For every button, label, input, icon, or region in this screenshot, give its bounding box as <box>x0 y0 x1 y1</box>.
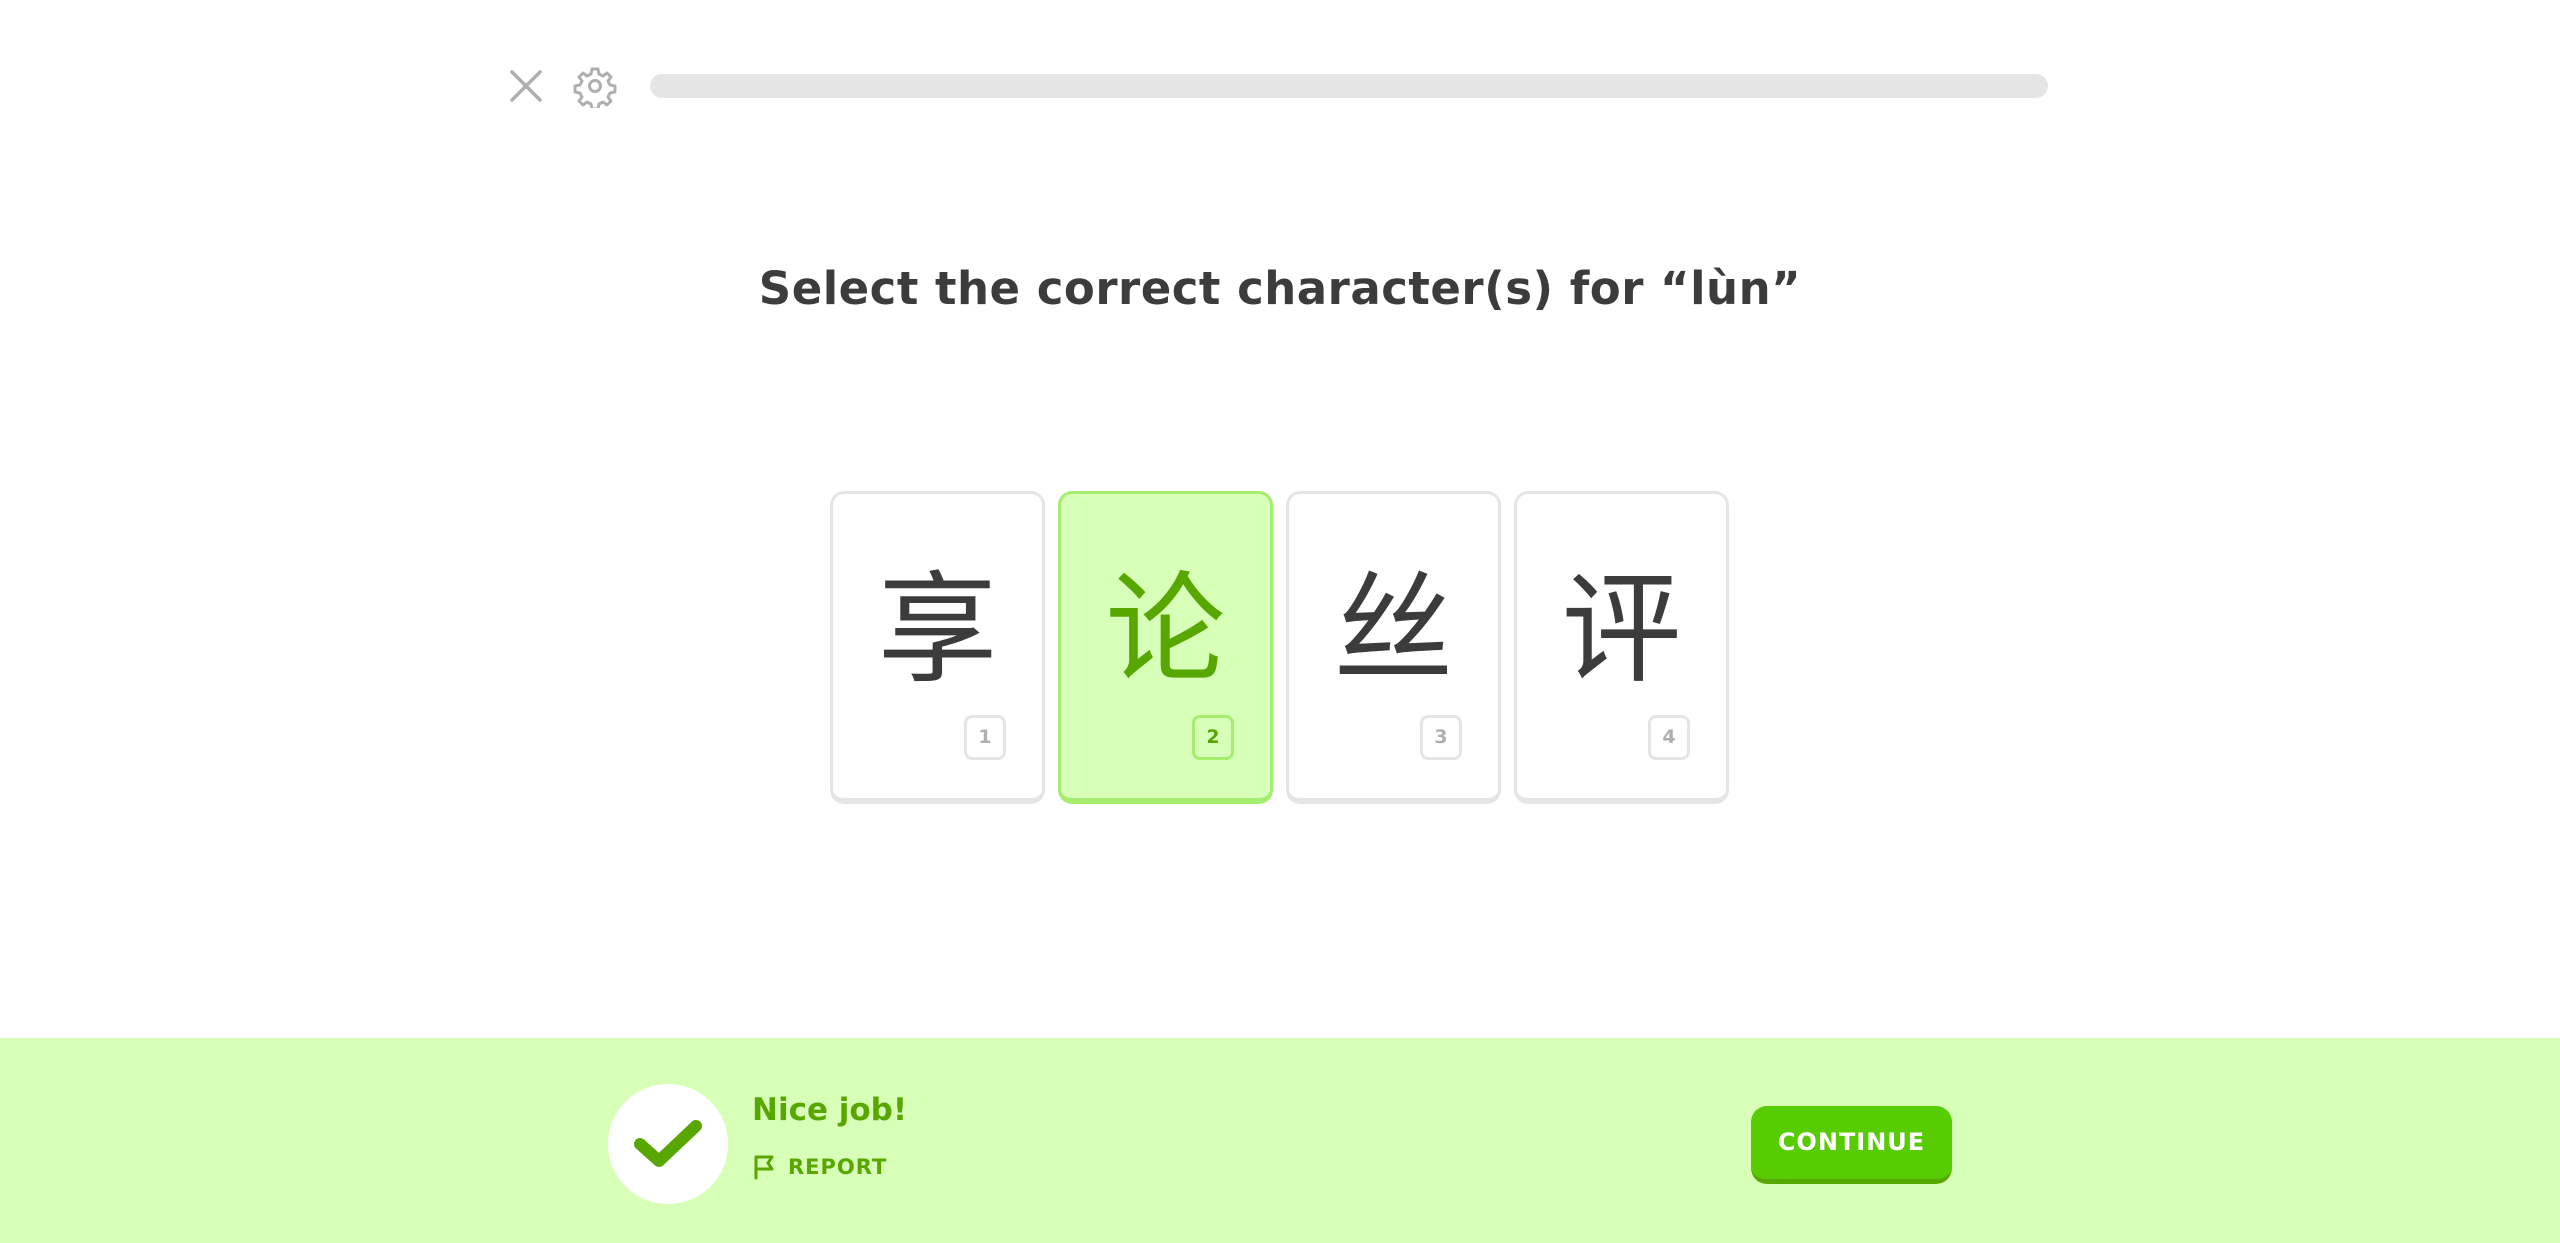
report-button[interactable]: REPORT <box>752 1154 887 1180</box>
continue-button[interactable]: CONTINUE <box>1751 1106 1952 1184</box>
choice-key-hint: 2 <box>1192 715 1234 760</box>
choice-key-hint: 4 <box>1648 715 1690 760</box>
success-badge <box>608 1084 728 1204</box>
choice-key-hint: 3 <box>1420 715 1462 760</box>
flag-icon <box>754 1155 774 1180</box>
choice-list: 享 1 论 2 丝 3 评 4 <box>830 491 1729 804</box>
lesson-progress-bar <box>650 74 2048 98</box>
checkmark-icon <box>634 1120 702 1167</box>
report-label: REPORT <box>788 1155 888 1179</box>
choice-card-2[interactable]: 论 2 <box>1058 491 1273 804</box>
choice-character: 评 <box>1561 561 1682 700</box>
choice-character: 享 <box>877 561 998 700</box>
question-prompt: Select the correct character(s) for “lùn… <box>758 262 1802 315</box>
choice-character: 丝 <box>1333 561 1454 700</box>
close-button[interactable] <box>506 66 546 106</box>
close-icon <box>510 70 542 102</box>
choice-card-3[interactable]: 丝 3 <box>1286 491 1501 804</box>
lesson-page: Select the correct character(s) for “lùn… <box>0 0 2560 1243</box>
feedback-banner: Nice job! REPORT CONTINUE <box>0 1038 2560 1243</box>
settings-button[interactable] <box>573 64 617 111</box>
choice-key-hint: 1 <box>964 715 1006 760</box>
gear-icon <box>573 67 617 111</box>
choice-character: 论 <box>1105 561 1226 700</box>
choice-card-4[interactable]: 评 4 <box>1514 491 1729 804</box>
feedback-title: Nice job! <box>752 1092 908 1128</box>
choice-card-1[interactable]: 享 1 <box>830 491 1045 804</box>
